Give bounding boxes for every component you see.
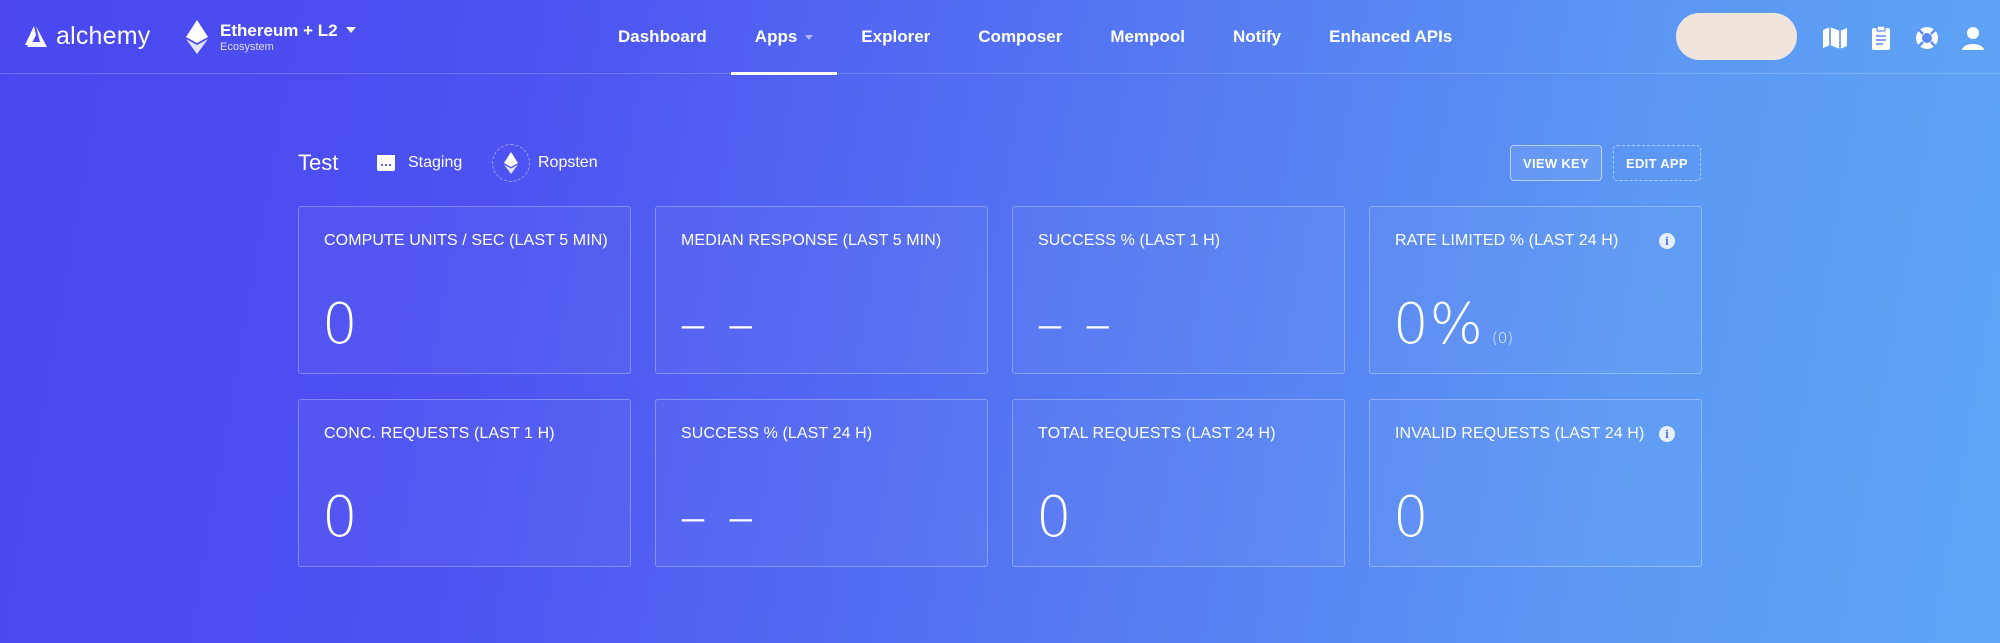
nav-apps-label: Apps xyxy=(754,27,798,46)
stat-label: RATE LIMITED % (LAST 24 H) xyxy=(1395,232,1619,249)
stat-card-total-requests: TOTAL REQUESTS (LAST 24 H) 0 xyxy=(1012,399,1345,567)
brand-name: alchemy xyxy=(56,22,151,50)
stat-value: – – xyxy=(679,485,756,550)
app-network-label: Ropsten xyxy=(538,154,598,171)
stat-label: INVALID REQUESTS (LAST 24 H) xyxy=(1395,425,1645,442)
stat-label: TOTAL REQUESTS (LAST 24 H) xyxy=(1038,425,1276,442)
stat-value: 0 xyxy=(1036,485,1073,550)
account-pill-button[interactable] xyxy=(1676,13,1797,60)
info-icon[interactable]: i xyxy=(1659,426,1675,442)
stat-card-success-24h: SUCCESS % (LAST 24 H) – – xyxy=(655,399,988,567)
stat-value: – – xyxy=(679,292,756,357)
clipboard-icon[interactable] xyxy=(1866,23,1896,53)
stat-card-invalid-requests: INVALID REQUESTS (LAST 24 H) i 0 xyxy=(1369,399,1702,567)
info-icon[interactable]: i xyxy=(1659,233,1675,249)
app-network-tag: Ropsten xyxy=(492,143,598,183)
network-sub: Ecosystem xyxy=(220,40,274,53)
stat-label: COMPUTE UNITS / SEC (LAST 5 MIN) xyxy=(324,232,608,249)
stat-card-conc-requests: CONC. REQUESTS (LAST 1 H) 0 xyxy=(298,399,631,567)
nav-mempool-label: Mempool xyxy=(1110,27,1185,46)
edit-app-button[interactable]: EDIT APP xyxy=(1613,145,1701,181)
nav-apps[interactable]: Apps xyxy=(730,0,838,75)
stat-card-median-response: MEDIAN RESPONSE (LAST 5 MIN) – – xyxy=(655,206,988,374)
stat-value: 0 xyxy=(1393,485,1430,550)
app-header: Test Staging Ropsten VIEW KEY EDIT APP xyxy=(298,143,1702,183)
staging-icon xyxy=(377,155,395,171)
environment-label: Staging xyxy=(408,154,463,171)
nav-notify[interactable]: Notify xyxy=(1209,0,1305,74)
stat-value: 0 xyxy=(322,485,359,550)
user-icon[interactable] xyxy=(1958,23,1988,53)
stat-label: SUCCESS % (LAST 1 H) xyxy=(1038,232,1221,249)
stat-value: 0 xyxy=(322,292,359,357)
nav-enhanced-apis-label: Enhanced APIs xyxy=(1329,27,1453,46)
stat-label: CONC. REQUESTS (LAST 1 H) xyxy=(324,425,555,442)
lifebuoy-icon[interactable] xyxy=(1912,23,1942,53)
stat-extra: (0) xyxy=(1491,329,1514,347)
stat-value: – – xyxy=(1036,292,1113,357)
stat-card-rate-limited: RATE LIMITED % (LAST 24 H) i 0% (0) xyxy=(1369,206,1702,374)
nav-composer[interactable]: Composer xyxy=(954,0,1086,74)
nav-explorer[interactable]: Explorer xyxy=(837,0,954,74)
chevron-down-icon xyxy=(805,34,814,40)
nav-notify-label: Notify xyxy=(1232,27,1282,46)
ethereum-icon xyxy=(492,144,530,182)
network-name: Ethereum + L2 xyxy=(220,20,338,40)
main-menu: Dashboard Apps Explorer Composer Mempool… xyxy=(594,0,1476,75)
nav-explorer-label: Explorer xyxy=(861,27,931,46)
nav-mempool[interactable]: Mempool xyxy=(1086,0,1209,74)
alchemy-logo-icon xyxy=(25,25,47,47)
stat-label: MEDIAN RESPONSE (LAST 5 MIN) xyxy=(681,232,942,249)
stat-value: 0% xyxy=(1393,292,1484,357)
ethereum-icon xyxy=(186,20,208,54)
nav-enhanced-apis[interactable]: Enhanced APIs xyxy=(1305,0,1476,74)
header-icons xyxy=(1820,23,1988,53)
environment-tag: Staging xyxy=(376,143,462,183)
alchemy-logo[interactable]: alchemy xyxy=(22,22,151,51)
view-key-button[interactable]: VIEW KEY xyxy=(1510,145,1602,181)
nav-dashboard[interactable]: Dashboard xyxy=(594,0,731,74)
stat-value-wrap: 0% (0) xyxy=(1393,297,1513,353)
network-selector[interactable]: Ethereum + L2 Ecosystem xyxy=(186,20,356,54)
app-name: Test xyxy=(298,150,339,175)
top-navbar: alchemy Ethereum + L2 Ecosystem Dashboar… xyxy=(0,0,2000,75)
nav-composer-label: Composer xyxy=(978,27,1063,46)
nav-dashboard-label: Dashboard xyxy=(618,27,707,46)
stat-label: SUCCESS % (LAST 24 H) xyxy=(681,425,873,442)
chevron-down-icon xyxy=(345,27,356,33)
stat-card-compute-units: COMPUTE UNITS / SEC (LAST 5 MIN) 0 xyxy=(298,206,631,374)
stat-card-success-1h: SUCCESS % (LAST 1 H) – – xyxy=(1012,206,1345,374)
map-icon[interactable] xyxy=(1820,23,1850,53)
